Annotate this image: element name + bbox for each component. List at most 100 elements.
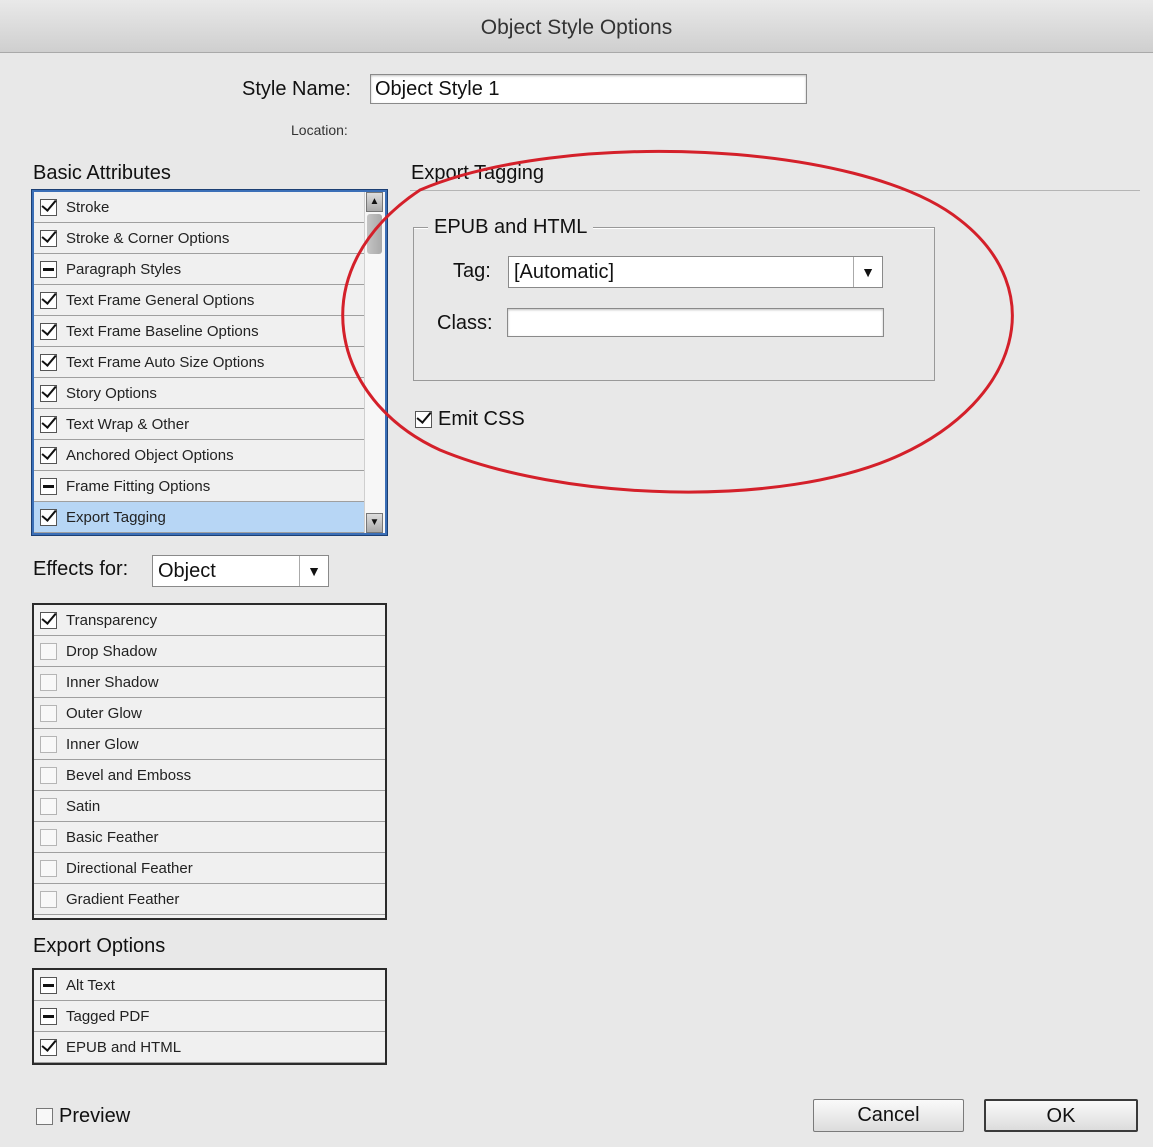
basic-attributes-row[interactable]: Export Tagging [34,502,365,533]
export-options-row[interactable]: Alt Text [34,970,385,1001]
dialog-title: Object Style Options [480,16,673,39]
tag-value: [Automatic] [514,261,615,283]
checkbox-checked-icon[interactable] [40,1038,57,1056]
export-options-rows: Alt Text Tagged PDF EPUB and HTML [34,970,385,1063]
effects-label: Outer Glow [66,704,142,722]
effects-row[interactable]: Basic Feather [34,822,385,853]
preview-label: Preview [59,1105,131,1127]
basic-attributes-row[interactable]: Paragraph Styles [34,254,365,285]
ok-button[interactable]: OK [984,1099,1138,1132]
export-options-heading: Export Options [33,935,166,957]
export-options-row[interactable]: Tagged PDF [34,1001,385,1032]
emit-css-label: Emit CSS [438,408,525,430]
checkbox-unchecked-icon[interactable] [40,735,57,753]
chevron-down-icon: ▼ [299,556,328,586]
checkbox-mixed-icon[interactable] [40,260,57,278]
effects-list[interactable]: Transparency Drop Shadow Inner Shadow Outer… [32,603,387,920]
basic-attributes-row[interactable]: Text Wrap & Other [34,409,365,440]
checkbox-checked-icon[interactable] [40,291,57,309]
epub-html-group-title: EPUB and HTML [428,216,594,239]
effects-row[interactable]: Inner Shadow [34,667,385,698]
basic-attributes-label: Text Frame Baseline Options [66,322,259,340]
chevron-down-icon: ▼ [853,257,882,287]
basic-attributes-list[interactable]: Stroke Stroke & Corner Options Paragraph S… [32,190,387,535]
class-label: Class: [437,312,493,334]
checkbox-checked-icon[interactable] [40,415,57,433]
effects-row[interactable]: Outer Glow [34,698,385,729]
basic-attributes-label: Export Tagging [66,508,166,526]
checkbox-checked-icon[interactable] [40,384,57,402]
basic-attributes-row[interactable]: Text Frame Baseline Options [34,316,365,347]
effects-row[interactable]: Transparency [34,605,385,636]
basic-attributes-label: Anchored Object Options [66,446,234,464]
checkbox-unchecked-icon[interactable] [40,766,57,784]
export-options-list[interactable]: Alt Text Tagged PDF EPUB and HTML [32,968,387,1065]
basic-attributes-label: Story Options [66,384,157,402]
emit-css-checkbox[interactable]: Emit CSS [415,408,525,431]
effects-for-dropdown[interactable]: Object ▼ [152,555,329,587]
scroll-thumb[interactable] [367,214,382,254]
basic-attributes-row[interactable]: Text Frame General Options [34,285,365,316]
tag-dropdown[interactable]: [Automatic] ▼ [508,256,883,288]
effects-label: Basic Feather [66,828,159,846]
basic-attributes-scrollbar[interactable]: ▲ ▼ [364,192,385,533]
checkbox-unchecked-icon[interactable] [40,797,57,815]
preview-checkbox[interactable]: Preview [36,1105,130,1128]
effects-row[interactable]: Bevel and Emboss [34,760,385,791]
effects-row[interactable]: Satin [34,791,385,822]
export-options-row[interactable]: EPUB and HTML [34,1032,385,1063]
checkbox-unchecked-icon[interactable] [40,890,57,908]
effects-row[interactable]: Gradient Feather [34,884,385,915]
effects-label: Directional Feather [66,859,193,877]
scroll-up-icon[interactable]: ▲ [366,192,383,212]
basic-attributes-row[interactable]: Frame Fitting Options [34,471,365,502]
checkbox-unchecked-icon[interactable] [40,642,57,660]
checkbox-checked-icon[interactable] [40,229,57,247]
effects-row[interactable]: Drop Shadow [34,636,385,667]
effects-for-value: Object [158,560,216,582]
checkbox-checked-icon[interactable] [40,353,57,371]
basic-attributes-row[interactable]: Story Options [34,378,365,409]
checkbox-checked-icon[interactable] [40,508,57,526]
checkbox-mixed-icon[interactable] [40,976,57,994]
effects-label: Drop Shadow [66,642,157,660]
checkbox-checked-icon[interactable] [40,611,57,629]
effects-row[interactable]: Inner Glow [34,729,385,760]
effects-label: Inner Shadow [66,673,159,691]
effects-for-label: Effects for: [33,558,129,580]
cancel-button[interactable]: Cancel [813,1099,964,1132]
basic-attributes-row[interactable]: Text Frame Auto Size Options [34,347,365,378]
checkbox-unchecked-icon[interactable] [40,828,57,846]
checkbox-checked-icon[interactable] [40,446,57,464]
style-name-input[interactable] [370,74,807,104]
basic-attributes-label: Text Frame General Options [66,291,255,309]
checkbox-checked-icon[interactable] [40,322,57,340]
basic-attributes-row[interactable]: Anchored Object Options [34,440,365,471]
effects-rows: Transparency Drop Shadow Inner Shadow Outer… [34,605,385,915]
scroll-down-icon[interactable]: ▼ [366,513,383,533]
basic-attributes-row[interactable]: Stroke [34,192,365,223]
basic-attributes-row[interactable]: Stroke & Corner Options [34,223,365,254]
checkbox-checked-icon[interactable] [40,198,57,216]
tag-label: Tag: [453,260,491,282]
checkbox-mixed-icon[interactable] [40,477,57,495]
effects-row[interactable]: Directional Feather [34,853,385,884]
checkbox-checked-icon[interactable] [415,411,432,428]
style-name-label: Style Name: [242,78,351,100]
basic-attributes-label: Frame Fitting Options [66,477,211,495]
basic-attributes-label: Text Frame Auto Size Options [66,353,265,371]
checkbox-unchecked-icon[interactable] [40,704,57,722]
export-options-label: EPUB and HTML [66,1038,182,1056]
export-options-label: Tagged PDF [66,1007,150,1025]
basic-attributes-heading: Basic Attributes [33,162,171,184]
effects-label: Transparency [66,611,158,629]
checkbox-unchecked-icon[interactable] [40,859,57,877]
class-input[interactable] [507,308,884,337]
export-tagging-heading: Export Tagging [411,162,545,184]
checkbox-unchecked-icon[interactable] [36,1108,53,1125]
basic-attributes-label: Text Wrap & Other [66,415,190,433]
epub-html-group [413,227,935,381]
checkbox-mixed-icon[interactable] [40,1007,57,1025]
checkbox-unchecked-icon[interactable] [40,673,57,691]
export-options-label: Alt Text [66,976,115,994]
